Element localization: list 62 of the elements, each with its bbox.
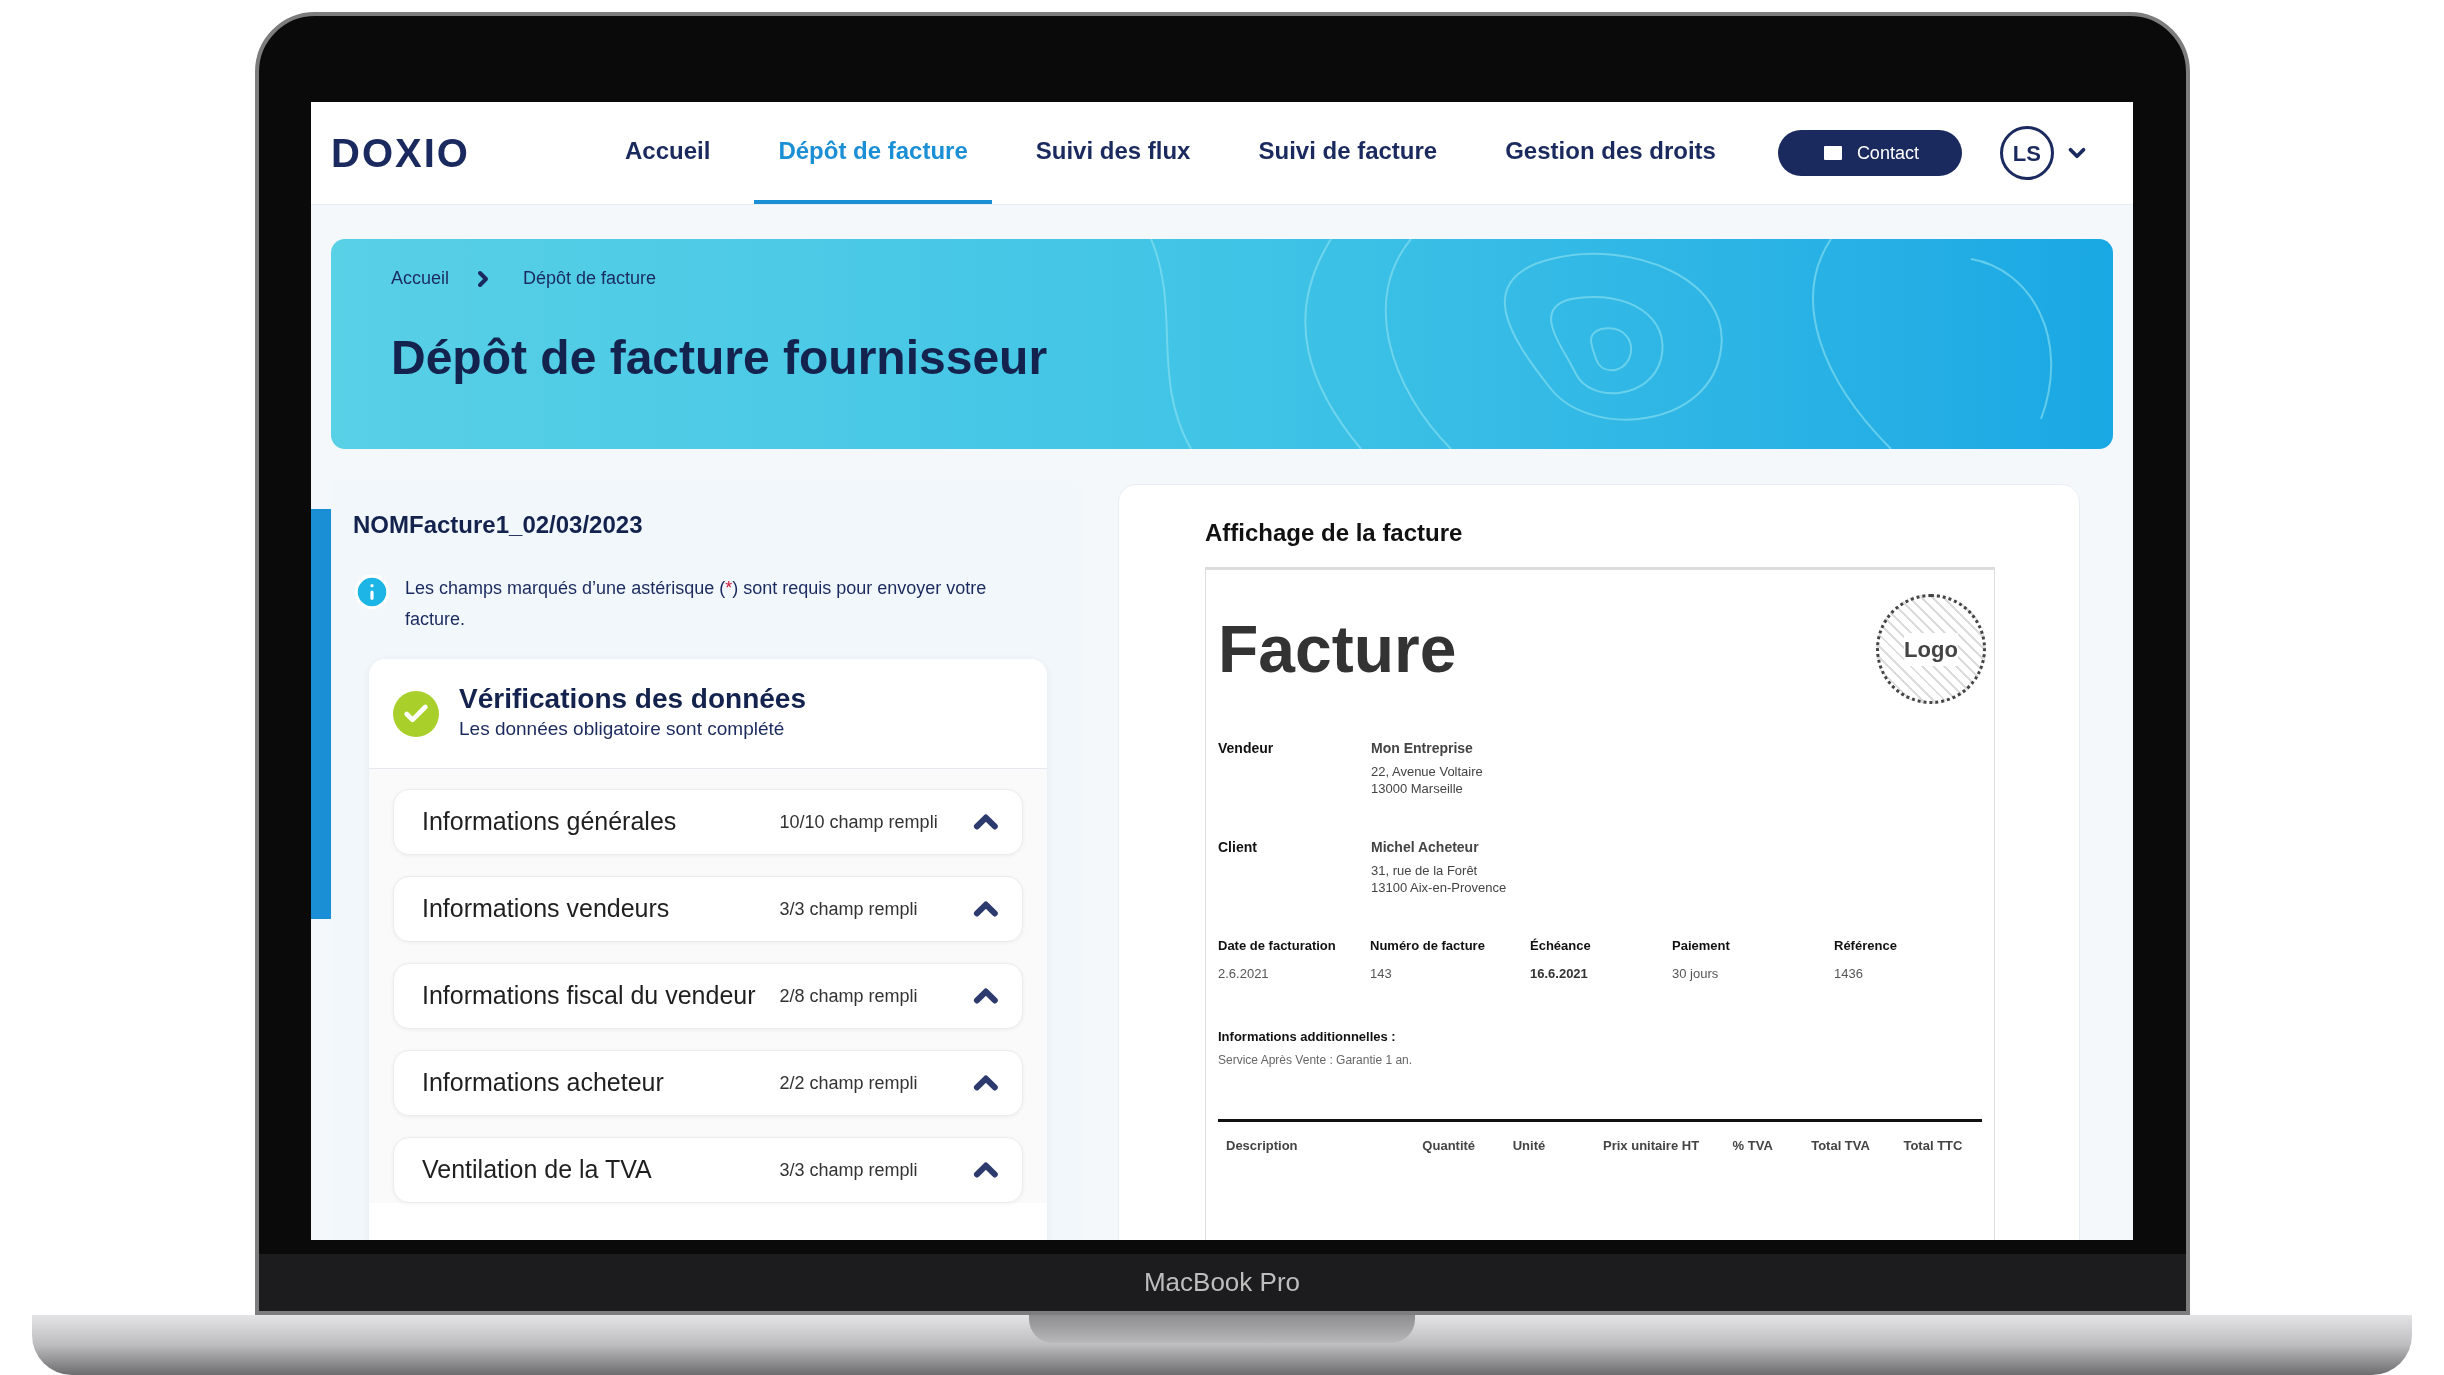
breadcrumb-link[interactable]: Accueil xyxy=(391,265,450,292)
preview-title: Affichage de la facture xyxy=(1205,518,1464,548)
detail-label: Numéro de facture xyxy=(1370,937,1486,955)
required-fields-notice: Les champs marqués d’une astérisque (*) sont requis pour envoyer votre facture. xyxy=(405,577,988,631)
accordion-section[interactable]: Informations générales 10/10 champ rempli xyxy=(393,789,1023,855)
column-header: Total TTC xyxy=(1903,1136,1964,1155)
party-name: Michel Acheteur xyxy=(1371,838,1480,857)
section-title: Informations générales xyxy=(422,806,678,838)
column-header: % TVA xyxy=(1732,1136,1774,1155)
logo[interactable]: DOXIO xyxy=(331,123,601,183)
nav-tab[interactable]: Dépôt de facture xyxy=(754,102,992,204)
detail-label: Référence xyxy=(1834,937,1898,955)
fields-count: 3/3 champ rempli xyxy=(779,1158,919,1182)
detail-label: Paiement xyxy=(1672,937,1731,955)
party-name: Mon Entreprise xyxy=(1371,739,1474,758)
accordion-section[interactable]: Informations vendeurs 3/3 champ rempli xyxy=(393,876,1023,942)
address-line: 31, rue de la Forêt xyxy=(1371,862,1479,879)
detail-value: 143 xyxy=(1370,964,1393,983)
additional-info-label: Informations additionnelles : xyxy=(1218,1028,1397,1046)
nav-tab[interactable]: Accueil xyxy=(601,102,735,204)
contact-button[interactable]: Contact xyxy=(1777,130,1962,176)
detail-label: Date de facturation xyxy=(1218,937,1337,955)
device-label: MacBook Pro xyxy=(1143,1266,1301,1299)
detail-value: 16.6.2021 xyxy=(1530,964,1589,983)
fields-count: 2/8 champ rempli xyxy=(779,984,919,1008)
detail-value: 2.6.2021 xyxy=(1218,964,1270,983)
breadcrumb-current: Dépôt de facture xyxy=(523,267,657,290)
nav-tab[interactable]: Suivi de facture xyxy=(1234,102,1462,204)
detail-label: Échéance xyxy=(1530,937,1592,955)
accordion-section[interactable]: Informations acheteur 2/2 champ rempli xyxy=(393,1050,1023,1116)
nav-tab[interactable]: Suivi des flux xyxy=(1011,102,1215,204)
party-label: Client xyxy=(1218,838,1258,857)
section-title: Informations fiscal du vendeur xyxy=(422,980,757,1012)
column-header: Prix unitaire HT xyxy=(1603,1136,1701,1155)
info-icon xyxy=(353,573,391,611)
detail-value: 1436 xyxy=(1834,964,1864,983)
fields-count: 10/10 champ rempli xyxy=(779,810,939,834)
section-title: Ventilation de la TVA xyxy=(422,1154,653,1186)
additional-info-text: Service Après Vente : Garantie 1 an. xyxy=(1218,1051,1414,1069)
party-label: Vendeur xyxy=(1218,739,1275,758)
column-header: Description xyxy=(1226,1136,1299,1155)
column-header: Unité xyxy=(1512,1136,1547,1155)
verification-subtitle: Les données obligatoire sont complété xyxy=(459,717,786,742)
section-title: Informations vendeurs xyxy=(422,893,671,925)
section-title: Informations acheteur xyxy=(422,1067,665,1099)
logo-text: Logo xyxy=(1904,632,1958,666)
user-avatar[interactable]: LS xyxy=(1999,126,2054,180)
accordion-section[interactable]: Ventilation de la TVA 3/3 champ rempli xyxy=(393,1137,1023,1203)
file-name: NOMFacture1_02/03/2023 xyxy=(353,510,644,540)
detail-value: 30 jours xyxy=(1672,964,1720,983)
page-title: Dépôt de facture fournisseur xyxy=(390,330,1049,386)
address-line: 13100 Aix-en-Provence xyxy=(1371,879,1507,896)
accordion-section[interactable]: Informations fiscal du vendeur 2/8 champ rempli xyxy=(393,963,1023,1029)
fields-count: 2/2 champ rempli xyxy=(779,1071,919,1095)
column-header: Quantité xyxy=(1422,1136,1477,1155)
column-header: Total TVA xyxy=(1811,1136,1871,1155)
address-line: 22, Avenue Voltaire xyxy=(1371,763,1483,780)
fields-count: 3/3 champ rempli xyxy=(779,897,919,921)
nav-tab[interactable]: Gestion des droits xyxy=(1481,102,1740,204)
address-line: 13000 Marseille xyxy=(1371,780,1464,797)
invoice-heading: Facture xyxy=(1218,614,1457,684)
verification-title: Vérifications des données xyxy=(459,683,806,716)
